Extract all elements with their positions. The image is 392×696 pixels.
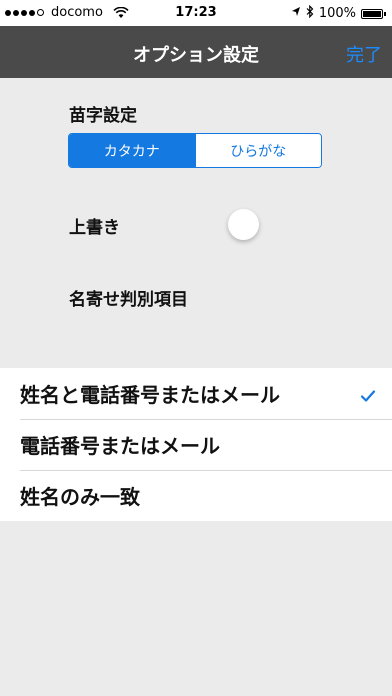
location-arrow-icon: [291, 6, 301, 21]
list-item-name-and-phone-or-mail[interactable]: 姓名と電話番号またはメール: [0, 368, 392, 419]
status-right: 100%: [291, 4, 386, 22]
battery-icon: [361, 8, 386, 19]
navigation-bar: オプション設定 完了: [0, 26, 392, 78]
list-item-name-only[interactable]: 姓名のみ一致: [0, 470, 392, 521]
surname-segmented-control: カタカナ ひらがな: [68, 133, 322, 168]
overwrite-label: 上書き: [69, 218, 120, 238]
bluetooth-icon: [306, 4, 314, 22]
segment-hiragana[interactable]: ひらがな: [194, 134, 321, 167]
matching-criteria-label: 名寄せ判別項目: [69, 290, 188, 310]
overwrite-toggle[interactable]: [219, 207, 270, 240]
surname-setting-label: 苗字設定: [69, 106, 137, 126]
done-button[interactable]: 完了: [346, 41, 382, 67]
segment-katakana[interactable]: カタカナ: [69, 134, 195, 167]
toggle-knob: [228, 209, 259, 240]
list-item-label: 電話番号またはメール: [20, 434, 220, 458]
battery-percent: 100%: [318, 6, 356, 21]
matching-options-list: 姓名と電話番号またはメール 電話番号またはメール 姓名のみ一致: [0, 368, 392, 521]
list-item-label: 姓名と電話番号またはメール: [20, 383, 280, 407]
page-title: オプション設定: [133, 45, 259, 66]
status-bar: docomo 17:23 100%: [0, 0, 392, 26]
list-item-label: 姓名のみ一致: [20, 485, 140, 509]
checkmark-icon: [360, 385, 376, 402]
list-item-phone-or-mail[interactable]: 電話番号またはメール: [0, 419, 392, 470]
